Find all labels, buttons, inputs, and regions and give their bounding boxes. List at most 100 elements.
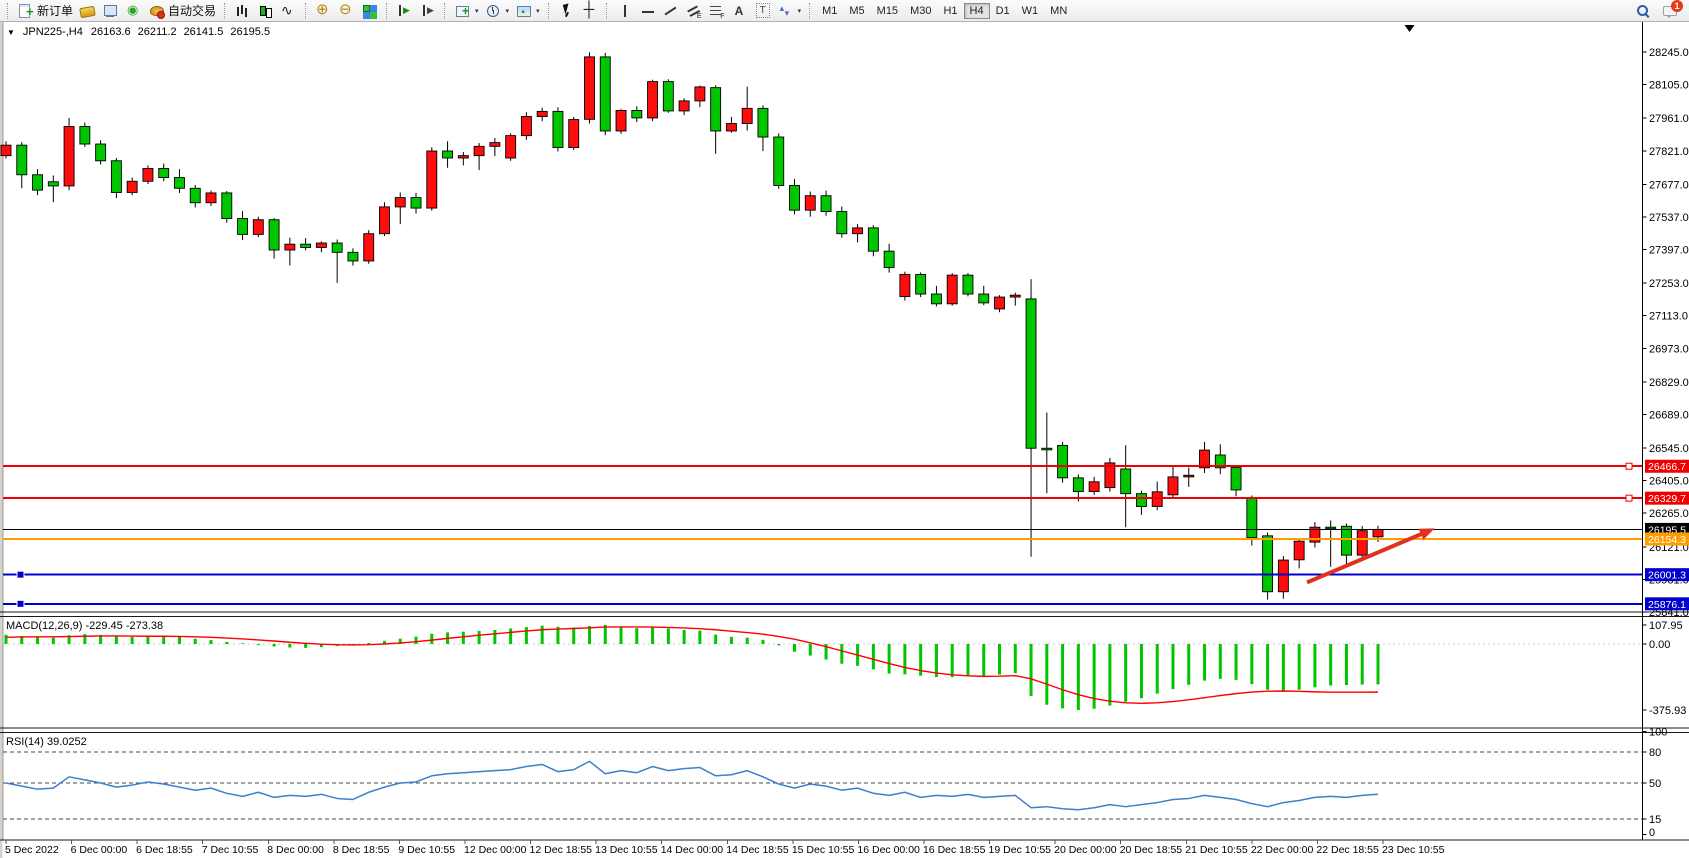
timeframe-d1[interactable]: D1: [990, 3, 1016, 19]
time-tick-label: 7 Dec 10:55: [202, 844, 259, 856]
quote-header: ▼ JPN225-,H4 26163.626211.226141.526195.…: [7, 26, 270, 38]
candle: [742, 108, 752, 123]
price-badge-label: 26154.3: [1648, 534, 1686, 546]
time-tick-label: 6 Dec 00:00: [71, 844, 128, 856]
candle-chart-button[interactable]: [254, 1, 277, 21]
chart-shift-button[interactable]: [416, 1, 439, 21]
chart-region[interactable]: 28245.028105.027961.027821.027677.027537…: [0, 22, 1689, 858]
new-order-icon: [17, 3, 34, 19]
zoom-out-button[interactable]: [335, 1, 358, 21]
candle: [427, 151, 437, 208]
candle: [379, 207, 389, 234]
autotrading-button[interactable]: 自动交易: [145, 0, 219, 21]
toolbar-separator: [305, 3, 307, 19]
equidistant-channel-icon: [685, 3, 702, 19]
navigator-button[interactable]: [122, 1, 145, 21]
timeframe-m30[interactable]: M30: [904, 3, 937, 19]
crosshair-button[interactable]: [578, 1, 601, 21]
candle: [458, 156, 468, 158]
candle: [395, 198, 405, 207]
auto-scroll-button[interactable]: [393, 1, 416, 21]
time-tick-label: 8 Dec 00:00: [267, 844, 324, 856]
text-label-button[interactable]: [751, 1, 774, 21]
candle: [868, 228, 878, 251]
rsi-indicator-label: RSI(14) 39.0252: [6, 736, 87, 748]
text-button[interactable]: [728, 1, 751, 21]
timeframe-h4[interactable]: H4: [964, 3, 990, 19]
horizontal-line-icon: [639, 3, 656, 19]
candle: [1341, 526, 1351, 555]
candle: [1089, 482, 1099, 492]
navigator-icon: [125, 3, 142, 19]
zoom-in-button[interactable]: [312, 1, 335, 21]
candle: [127, 181, 137, 192]
vertical-line-button[interactable]: [613, 1, 636, 21]
price-tick-label: 28245.0: [1649, 47, 1689, 59]
arrows-button[interactable]: ▾: [774, 1, 805, 21]
timeframe-m15[interactable]: M15: [871, 3, 904, 19]
toolbar-separator: [606, 3, 608, 19]
quote-close: 26195.5: [230, 26, 270, 38]
timeframe-m5[interactable]: M5: [843, 3, 870, 19]
candle: [790, 185, 800, 210]
periods-button[interactable]: ▾: [482, 1, 513, 21]
time-tick-label: 8 Dec 18:55: [333, 844, 390, 856]
candle: [758, 108, 768, 137]
candle: [348, 252, 358, 261]
candle: [1168, 477, 1178, 495]
notifications-icon[interactable]: 1: [1662, 3, 1679, 19]
rsi-tick-label: 15: [1649, 814, 1661, 826]
candle: [1373, 529, 1383, 536]
templates-button[interactable]: ▾: [512, 1, 543, 21]
hline-handle[interactable]: [1626, 463, 1632, 469]
time-tick-label: 16 Dec 18:55: [923, 844, 986, 856]
search-icon[interactable]: [1635, 3, 1652, 19]
chart-canvas[interactable]: 28245.028105.027961.027821.027677.027537…: [0, 22, 1689, 858]
price-badge-label: 26001.3: [1648, 570, 1686, 582]
timeframe-toolbar: M1M5M15M30H1H4D1W1MN: [804, 3, 1073, 19]
timeframe-mn[interactable]: MN: [1044, 3, 1073, 19]
candle: [1058, 445, 1068, 477]
candle: [253, 220, 263, 235]
collapse-caret-icon[interactable]: ▼: [7, 28, 15, 37]
time-tick-label: 14 Dec 18:55: [726, 844, 789, 856]
toolbar-groups: 新订单自动交易▾▾▾▾: [2, 0, 804, 21]
bar-chart-button[interactable]: [231, 1, 254, 21]
hline-handle[interactable]: [17, 600, 24, 607]
candle: [805, 196, 815, 210]
toolbar-separator: [7, 3, 9, 19]
candle: [553, 111, 563, 147]
market-watch-button[interactable]: [99, 1, 122, 21]
tile-windows-button[interactable]: [358, 1, 381, 21]
ohlc-values: 26163.626211.226141.526195.5: [91, 26, 270, 38]
hline-handle[interactable]: [1626, 495, 1632, 501]
candle: [443, 151, 453, 158]
line-chart-button[interactable]: [277, 1, 300, 21]
indicators-button[interactable]: ▾: [451, 1, 482, 21]
candle: [1121, 469, 1131, 494]
candle: [1026, 299, 1036, 448]
arrows-icon: [777, 3, 794, 19]
fibonacci-button[interactable]: [705, 1, 728, 21]
candle: [853, 228, 863, 234]
trendline-button[interactable]: [659, 1, 682, 21]
candle: [1247, 498, 1257, 537]
new-order-button[interactable]: 新订单: [14, 0, 76, 21]
candle: [1357, 531, 1367, 555]
candle: [159, 168, 169, 177]
hline-handle[interactable]: [17, 571, 24, 578]
vertical-line-icon: [616, 3, 633, 19]
timeframe-w1[interactable]: W1: [1016, 3, 1045, 19]
price-tick-label: 26545.0: [1649, 443, 1689, 455]
toolbar-right: 1: [1635, 3, 1687, 19]
cursor-button[interactable]: [555, 1, 578, 21]
indicators-icon: [454, 3, 471, 19]
timeframe-h1[interactable]: H1: [937, 3, 963, 19]
new-chart-button[interactable]: [76, 1, 99, 21]
horizontal-line-button[interactable]: [636, 1, 659, 21]
candle: [1, 145, 11, 155]
timeframe-m1[interactable]: M1: [816, 3, 843, 19]
autotrading-icon: [148, 3, 165, 19]
equidistant-channel-button[interactable]: [682, 1, 705, 21]
dropdown-caret-icon: ▾: [475, 7, 479, 15]
